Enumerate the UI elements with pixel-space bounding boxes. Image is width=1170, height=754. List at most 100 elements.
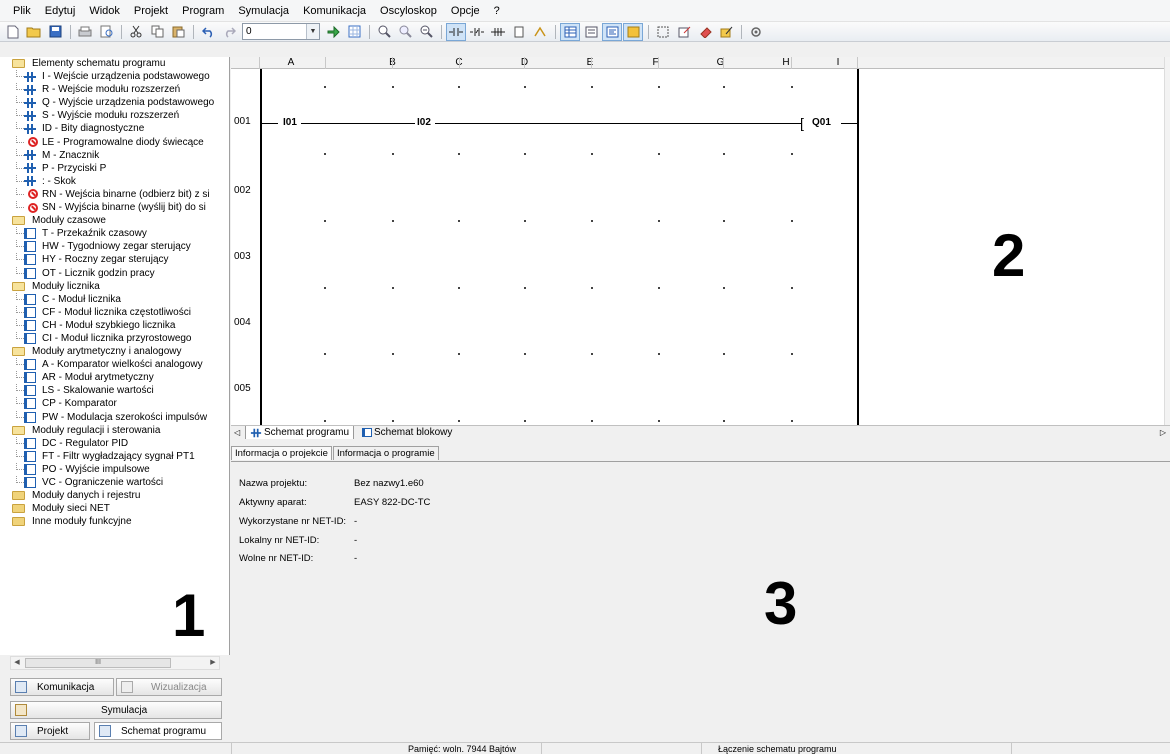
coil-mode-icon[interactable]: [467, 23, 487, 41]
schemat-programu-button[interactable]: Schemat programu: [94, 722, 222, 740]
tree-category[interactable]: Moduły arytmetyczny i analogowy: [0, 345, 229, 358]
tree-item[interactable]: P - Przyciski P: [0, 161, 229, 175]
tree-item[interactable]: A - Komparator wielkości analogowy: [0, 358, 229, 371]
tree-item[interactable]: : - Skok: [0, 174, 229, 188]
wire-segment: [841, 123, 857, 124]
tab-schemat-blokowy[interactable]: Schemat blokowy: [358, 426, 456, 439]
contact-mode-icon[interactable]: [446, 22, 466, 41]
menu-item-0[interactable]: Plik: [6, 0, 38, 22]
edit-note-icon[interactable]: [674, 23, 694, 41]
tree-category[interactable]: Elementy schematu programu: [0, 57, 229, 70]
module-icon: [24, 385, 36, 397]
scroll-left-icon[interactable]: ◀: [11, 657, 23, 669]
tab-scroll-right-icon[interactable]: ▷: [1160, 426, 1166, 439]
eraser-icon[interactable]: [695, 23, 715, 41]
menu-item-8[interactable]: Opcje: [444, 0, 487, 22]
tree-item[interactable]: C - Moduł licznika: [0, 292, 229, 306]
tree-item[interactable]: I - Wejście urządzenia podstawowego: [0, 70, 229, 83]
chevron-down-icon[interactable]: ▼: [306, 24, 319, 39]
tree-item[interactable]: LS - Skalowanie wartości: [0, 384, 229, 397]
redo-icon[interactable]: [219, 23, 239, 41]
wire-icon[interactable]: [530, 23, 550, 41]
menu-item-4[interactable]: Program: [175, 0, 231, 22]
tree-item[interactable]: T - Przekaźnik czasowy: [0, 227, 229, 240]
zoom-out-icon[interactable]: [416, 23, 436, 41]
symulacja-label: Symulacja: [101, 704, 148, 716]
tree-item[interactable]: OT - Licznik godzin pracy: [0, 266, 229, 280]
tree-category[interactable]: Moduły danych i rejestru: [0, 489, 229, 502]
tree-item[interactable]: SN - Wyjścia binarne (wyślij bit) do si: [0, 201, 229, 214]
tree-item[interactable]: RN - Wejścia binarne (odbierz bit) z si: [0, 187, 229, 201]
circuit-diagram-area[interactable]: ABCDEFGHI 001002003004005I01I02[Q01: [231, 57, 1170, 425]
tree-item[interactable]: CH - Moduł szybkiego licznika: [0, 318, 229, 332]
info-tab[interactable]: Informacja o projekcie: [231, 446, 332, 460]
list-view-icon[interactable]: [581, 23, 601, 41]
tree-item[interactable]: FT - Filtr wygładzający sygnał PT1: [0, 449, 229, 463]
menu-item-3[interactable]: Projekt: [127, 0, 175, 22]
tree-item[interactable]: DC - Regulator PID: [0, 436, 229, 450]
tree-item[interactable]: HW - Tygodniowy zegar sterujący: [0, 240, 229, 253]
tree-item[interactable]: ID - Bity diagnostyczne: [0, 122, 229, 135]
grid-icon[interactable]: [344, 23, 364, 41]
menu-item-2[interactable]: Widok: [82, 0, 127, 22]
zoom-combo[interactable]: 0 ▼: [242, 23, 320, 40]
compile-arrow-icon[interactable]: [323, 23, 343, 41]
row-number: 001: [234, 116, 251, 127]
tree-item[interactable]: CF - Moduł licznika częstotliwości: [0, 305, 229, 319]
tree-category[interactable]: Moduły sieci NET: [0, 502, 229, 515]
tab-scroll-left-icon[interactable]: ◁: [234, 426, 240, 439]
cut-icon[interactable]: [126, 23, 146, 41]
tree-category[interactable]: Moduły czasowe: [0, 214, 229, 227]
tree-item[interactable]: R - Wejście modułu rozszerzeń: [0, 83, 229, 96]
menu-item-6[interactable]: Komunikacja: [296, 0, 373, 22]
wizualizacja-button[interactable]: Wizualizacja: [116, 678, 222, 696]
tree-item[interactable]: Q - Wyjście urządzenia podstawowego: [0, 96, 229, 109]
tab-schemat-programu[interactable]: Schemat programu: [245, 426, 355, 439]
tree-horizontal-scrollbar[interactable]: ◀ III ▶: [10, 656, 220, 670]
tree-item[interactable]: PW - Modulacja szerokości impulsów: [0, 410, 229, 424]
tree-category-label: Moduły sieci NET: [32, 503, 110, 515]
scroll-thumb[interactable]: III: [25, 658, 171, 668]
menu-item-7[interactable]: Oscyloskop: [373, 0, 444, 22]
diagram-vertical-scrollbar[interactable]: [1164, 57, 1170, 425]
tree-item[interactable]: S - Wyjście modułu rozszerzeń: [0, 109, 229, 122]
settings-gear-icon[interactable]: [746, 23, 766, 41]
menu-item-5[interactable]: Symulacja: [231, 0, 296, 22]
tree-category[interactable]: Inne moduły funkcyjne: [0, 515, 229, 528]
zoom-in-icon[interactable]: [374, 23, 394, 41]
select-frame-icon[interactable]: [653, 23, 673, 41]
tree-item[interactable]: CP - Komparator: [0, 397, 229, 410]
zoom-fit-icon[interactable]: [395, 23, 415, 41]
save-icon[interactable]: [45, 23, 65, 41]
copy-icon[interactable]: [147, 23, 167, 41]
symulacja-button[interactable]: Symulacja: [10, 701, 222, 719]
parallel-mode-icon[interactable]: [488, 23, 508, 41]
info-tab[interactable]: Informacja o programie: [332, 446, 439, 460]
pencil-icon[interactable]: [716, 23, 736, 41]
menu-item-1[interactable]: Edytuj: [38, 0, 83, 22]
projekt-button[interactable]: Projekt: [10, 722, 90, 740]
tree-item[interactable]: HY - Roczny zegar sterujący: [0, 253, 229, 266]
tree-item[interactable]: LE - Programowalne diody świecące: [0, 135, 229, 149]
tree-item[interactable]: CI - Moduł licznika przyrostowego: [0, 331, 229, 345]
module-icon[interactable]: [509, 23, 529, 41]
paste-icon[interactable]: [168, 23, 188, 41]
tree-category[interactable]: Moduły regulacji i sterowania: [0, 424, 229, 437]
row-number: 004: [234, 317, 251, 328]
open-folder-icon[interactable]: [24, 23, 44, 41]
new-file-icon[interactable]: [3, 23, 23, 41]
tree-item[interactable]: PO - Wyjście impulsowe: [0, 462, 229, 476]
tree-category[interactable]: Moduły licznika: [0, 280, 229, 293]
print-preview-icon[interactable]: [96, 23, 116, 41]
text-view-icon[interactable]: [602, 22, 622, 41]
tree-item[interactable]: M - Znacznik: [0, 148, 229, 162]
print-icon[interactable]: [75, 23, 95, 41]
scroll-right-icon[interactable]: ▶: [207, 657, 219, 669]
highlight-view-icon[interactable]: [623, 22, 643, 41]
tree-item[interactable]: VC - Ograniczenie wartości: [0, 476, 229, 489]
undo-icon[interactable]: [198, 23, 218, 41]
komunikacja-button[interactable]: Komunikacja: [10, 678, 114, 696]
menu-item-9[interactable]: ?: [487, 0, 507, 22]
tree-item[interactable]: AR - Moduł arytmetyczny: [0, 371, 229, 384]
table-view-icon[interactable]: [560, 22, 580, 41]
